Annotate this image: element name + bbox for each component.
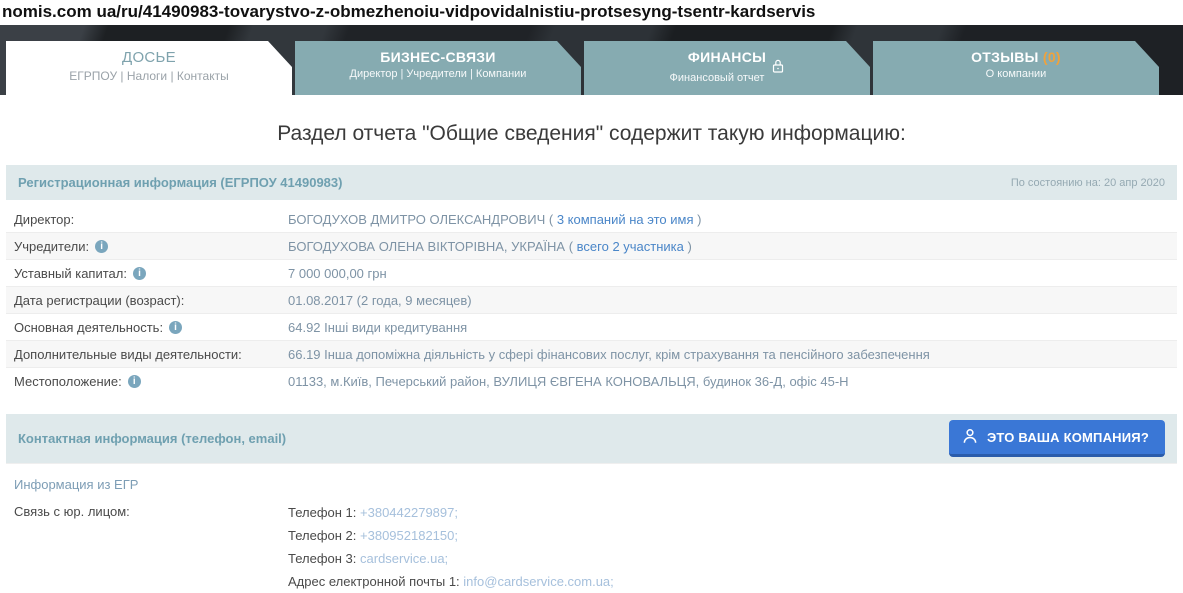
row-label: Дополнительные виды деятельности:: [14, 346, 242, 362]
row-label: Основная деятельность:: [6, 316, 288, 339]
tab-title: ОТЗЫВЫ (0): [971, 49, 1061, 65]
phone-line-3: Телефон 3: cardservice.ua;: [288, 551, 449, 566]
director-companies-link[interactable]: 3 компаний на это имя: [557, 212, 694, 227]
tab-bar: ДОСЬЕ ЕГРПОУ | Налоги | Контакты БИЗНЕС-…: [6, 41, 1159, 95]
contact-section-header: Контактная информация (телефон, email) Э…: [6, 414, 1177, 463]
table-row-additional-activities: Дополнительные виды деятельности: 66.19 …: [6, 340, 1177, 367]
registration-table: Директор: БОГОДУХОВ ДМИТРО ОЛЕКСАНДРОВИЧ…: [6, 206, 1177, 394]
tab-business-links[interactable]: БИЗНЕС-СВЯЗИ Директор | Учредители | Ком…: [295, 41, 581, 95]
row-value: 01.08.2017 (2 года, 9 месяцев): [288, 292, 472, 308]
row-label: Местоположение:: [6, 370, 288, 393]
row-label: Связь с юр. лицом:: [14, 504, 130, 519]
contact-section-title: Контактная информация (телефон, email): [18, 431, 287, 446]
row-value: 64.92 Інші види кредитування: [288, 319, 468, 335]
info-icon[interactable]: [95, 239, 109, 253]
phone-2-link[interactable]: +380952182150;: [360, 528, 458, 543]
page-title: Раздел отчета "Общие сведения" содержит …: [277, 122, 906, 145]
as-of-date: По состоянию на: 20 апр 2020: [1010, 176, 1165, 189]
table-row-director: Директор: БОГОДУХОВ ДМИТРО ОЛЕКСАНДРОВИЧ…: [6, 206, 1177, 232]
contact-lines: Телефон 1: +380442279897; Телефон 2: +38…: [288, 501, 614, 593]
registration-section-header: Регистрационная информация (ЕГРПОУ 41490…: [6, 165, 1177, 200]
tab-subtitle: Директор | Учредители | Компании: [349, 68, 527, 80]
row-label: Дата регистрации (возраст):: [14, 292, 185, 308]
tab-subtitle: ЕГРПОУ | Налоги | Контакты: [69, 69, 229, 83]
reviews-count-badge: (0): [1042, 49, 1061, 65]
row-value: БОГОДУХОВ ДМИТРО ОЛЕКСАНДРОВИЧ ( 3 компа…: [288, 211, 702, 227]
table-row-location: Местоположение: 01133, м.Київ, Печерськи…: [6, 367, 1177, 394]
phone-line-1: Телефон 1: +380442279897;: [288, 505, 458, 520]
row-value: 66.19 Інша допоміжна діяльність у сфері …: [288, 346, 930, 362]
table-row-founders: Учредители: БОГОДУХОВА ОЛЕНА ВІКТОРІВНА,…: [6, 232, 1177, 259]
person-icon: [961, 427, 979, 448]
row-value: 7 000 000,00 грн: [288, 265, 387, 281]
tab-dossier[interactable]: ДОСЬЕ ЕГРПОУ | Налоги | Контакты: [6, 41, 292, 95]
tab-title: БИЗНЕС-СВЯЗИ: [380, 49, 496, 65]
registration-section-title: Регистрационная информация (ЕГРПОУ 41490…: [18, 175, 343, 190]
tab-title: ДОСЬЕ: [121, 49, 176, 66]
tab-finance[interactable]: ФИНАНСЫ Финансовый отчет: [584, 41, 870, 95]
egr-source-link[interactable]: Информация из ЕГР: [6, 463, 1177, 501]
email-link[interactable]: info@cardservice.com.ua;: [463, 574, 613, 589]
your-company-button[interactable]: ЭТО ВАША КОМПАНИЯ?: [948, 420, 1165, 457]
phone-line-2: Телефон 2: +380952182150;: [288, 528, 458, 543]
header-band: ДОСЬЕ ЕГРПОУ | Налоги | Контакты БИЗНЕС-…: [0, 25, 1183, 95]
founders-count-link[interactable]: всего 2 участника: [577, 239, 684, 254]
lock-icon: [772, 59, 784, 78]
tab-subtitle: О компании: [985, 68, 1047, 80]
info-icon[interactable]: [127, 374, 141, 388]
phone-3-link[interactable]: cardservice.ua;: [360, 551, 448, 566]
row-label: Уставный капитал:: [6, 262, 288, 285]
row-value: 01133, м.Київ, Печерський район, ВУЛИЦЯ …: [288, 373, 849, 389]
info-icon[interactable]: [169, 320, 183, 334]
row-label: Директор:: [14, 211, 75, 227]
row-label: Учредители:: [6, 235, 288, 258]
phone-1-link[interactable]: +380442279897;: [360, 505, 458, 520]
contact-entity-row: Связь с юр. лицом: Телефон 1: +380442279…: [6, 501, 1177, 593]
table-row-capital: Уставный капитал: 7 000 000,00 грн: [6, 259, 1177, 286]
tab-title: ФИНАНСЫ: [687, 49, 767, 65]
tab-reviews[interactable]: ОТЗЫВЫ (0) О компании: [873, 41, 1159, 95]
tab-subtitle: Финансовый отчет: [669, 72, 765, 84]
info-icon[interactable]: [132, 266, 146, 280]
table-row-main-activity: Основная деятельность: 64.92 Інші види к…: [6, 313, 1177, 340]
email-line: Адрес електронной почты 1: info@cardserv…: [288, 574, 614, 589]
page-url: nomis.com ua/ru/41490983-tovarystvo-z-ob…: [2, 2, 816, 21]
row-value: БОГОДУХОВА ОЛЕНА ВІКТОРІВНА, УКРАЇНА ( в…: [288, 238, 692, 254]
table-row-registration-date: Дата регистрации (возраст): 01.08.2017 (…: [6, 286, 1177, 313]
